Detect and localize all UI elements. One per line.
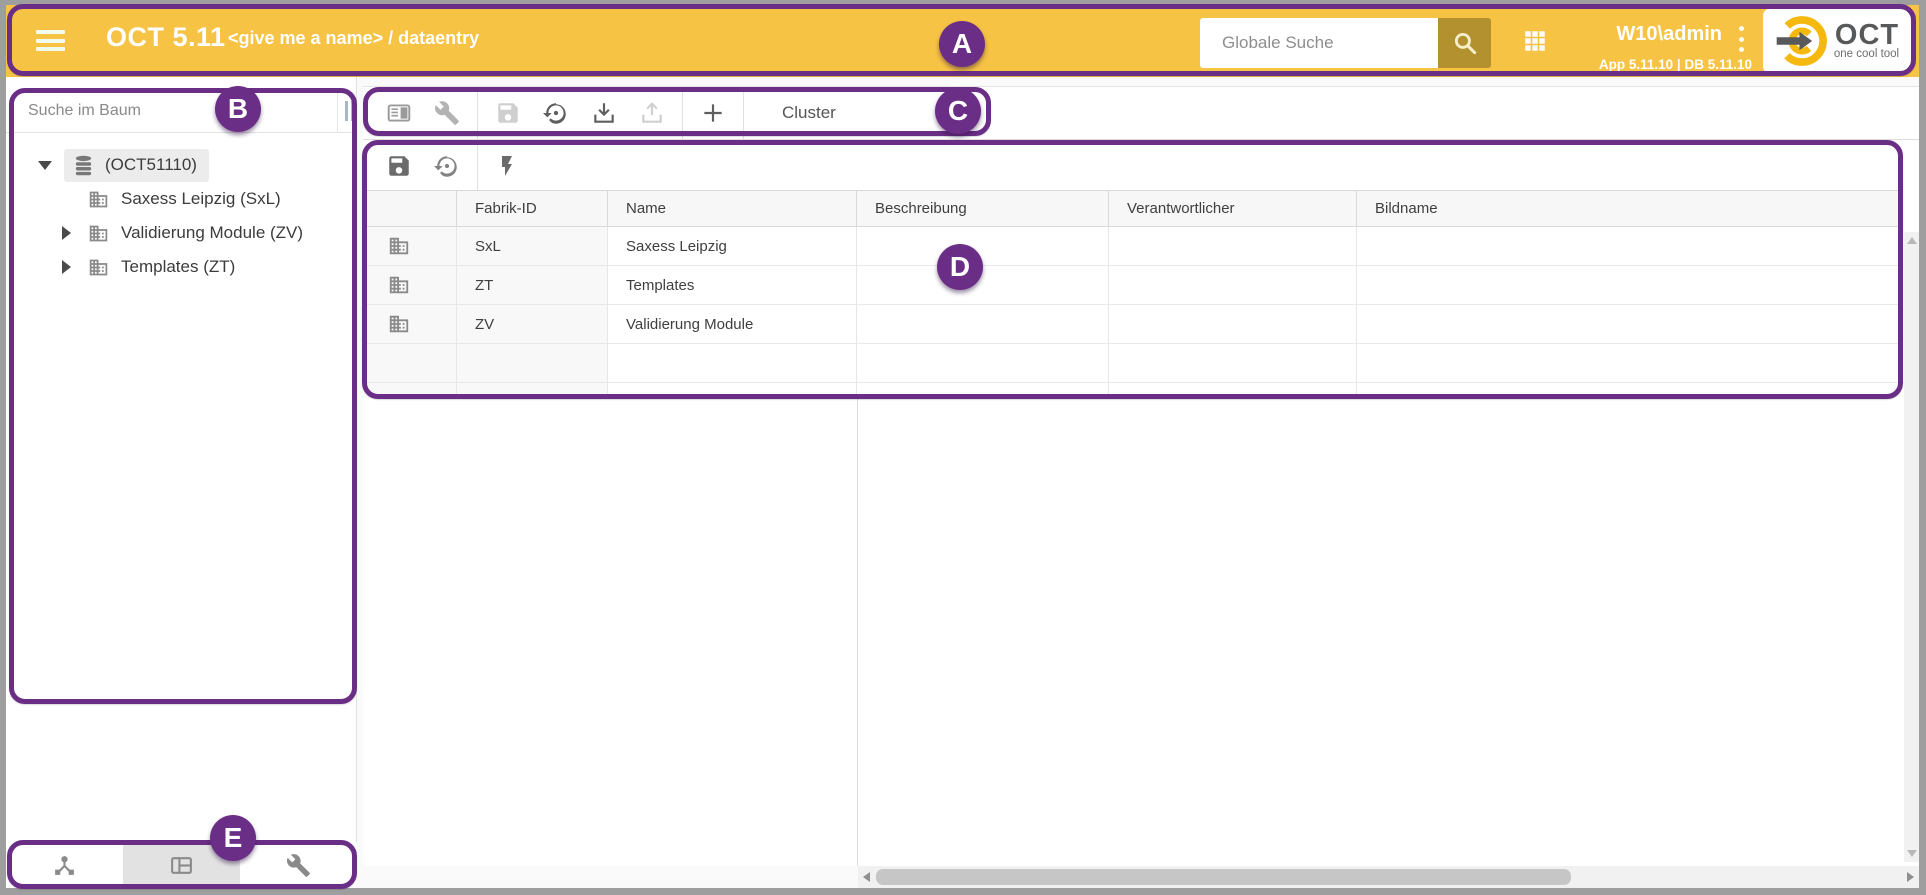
user-menu[interactable]: W10\admin	[1506, 23, 1722, 46]
menu-icon[interactable]	[36, 30, 65, 51]
divider	[743, 87, 744, 139]
tree-node-selected[interactable]: (OCT51110)	[64, 149, 209, 182]
table-icon	[169, 853, 194, 878]
grid-toolbar	[363, 141, 1902, 190]
tree-node-label: Saxess Leipzig (SxL)	[121, 189, 281, 209]
tab-cluster[interactable]: Cluster	[750, 103, 836, 123]
vertical-scrollbar[interactable]	[1904, 232, 1919, 862]
restore-icon[interactable]	[543, 100, 569, 126]
column-header-icon[interactable]	[363, 191, 457, 226]
breadcrumb: <give me a name> / dataentry	[228, 28, 479, 49]
factory-icon	[388, 274, 410, 296]
tab-settings[interactable]	[240, 842, 357, 888]
database-icon	[72, 154, 95, 177]
grid-header-row: Fabrik-ID Name Beschreibung Verantwortli…	[363, 190, 1902, 227]
factory-icon	[388, 235, 410, 257]
tree-node-factory[interactable]: Validierung Module (ZV)	[62, 216, 303, 250]
chevron-expanded-icon[interactable]	[38, 161, 52, 170]
tree-node-label: Templates (ZT)	[121, 257, 235, 277]
cell-beschreibung[interactable]	[857, 266, 1109, 305]
tree-node-label: (OCT51110)	[105, 155, 197, 175]
divider	[682, 87, 683, 139]
import-icon[interactable]	[591, 100, 617, 126]
scroll-up-icon[interactable]	[1907, 237, 1917, 244]
tree-search-input[interactable]	[28, 95, 318, 127]
factory-icon	[388, 313, 410, 335]
divider	[477, 141, 478, 190]
horizontal-scrollbar[interactable]	[858, 866, 1919, 888]
cell-fabrik-id[interactable]: SxL	[457, 227, 608, 266]
kebab-menu-icon[interactable]	[1736, 26, 1746, 52]
main-toolbar: Cluster	[363, 86, 1919, 140]
tree-node-label: Validierung Module (ZV)	[121, 223, 303, 243]
cell-fabrik-id[interactable]: ZV	[457, 305, 608, 344]
column-header-verantwortlicher[interactable]: Verantwortlicher	[1109, 191, 1357, 226]
logo-subtext: one cool tool	[1834, 48, 1899, 60]
column-header-beschreibung[interactable]: Beschreibung	[857, 191, 1109, 226]
column-header-fabrik-id[interactable]: Fabrik-ID	[457, 191, 608, 226]
table-row[interactable]: ZT Templates	[363, 266, 1902, 305]
factory-icon	[88, 257, 109, 278]
cell-verantwortlicher[interactable]	[1109, 227, 1357, 266]
global-search-input[interactable]	[1200, 18, 1438, 68]
scroll-left-icon[interactable]	[863, 872, 870, 882]
cell-verantwortlicher[interactable]	[1109, 266, 1357, 305]
cell-bildname[interactable]	[1357, 305, 1902, 344]
wrench-icon	[286, 853, 311, 878]
factory-icon	[88, 223, 109, 244]
wrench-icon[interactable]	[434, 100, 460, 126]
scrollbar-thumb[interactable]	[876, 869, 1571, 885]
header-bar: OCT 5.11 <give me a name> / dataentry W1…	[6, 5, 1919, 77]
restore-icon[interactable]	[434, 153, 460, 179]
cell-bildname[interactable]	[1357, 266, 1902, 305]
brand-logo: OCT one cool tool	[1763, 8, 1911, 74]
app-title: OCT 5.11	[106, 22, 226, 53]
empty-row	[363, 383, 1902, 398]
save-icon[interactable]	[386, 153, 412, 179]
chevron-collapsed-icon[interactable]	[62, 260, 71, 274]
cluster-grid: Fabrik-ID Name Beschreibung Verantwortli…	[363, 141, 1902, 398]
column-header-name[interactable]: Name	[608, 191, 857, 226]
search-button[interactable]	[1438, 18, 1491, 68]
frozen-column-divider	[857, 399, 858, 866]
sidebar-resize-handle[interactable]	[343, 101, 355, 121]
add-icon[interactable]	[700, 100, 726, 126]
tree-sidebar: (OCT51110) Saxess Leipzig (SxL) Validier…	[6, 77, 357, 842]
tree-search-row	[6, 89, 357, 133]
hierarchy-icon	[52, 853, 77, 878]
factory-icon	[88, 189, 109, 210]
cell-bildname[interactable]	[1357, 227, 1902, 266]
cell-beschreibung[interactable]	[857, 305, 1109, 344]
scroll-down-icon[interactable]	[1907, 850, 1917, 857]
column-header-bildname[interactable]: Bildname	[1357, 191, 1902, 226]
cell-fabrik-id[interactable]: ZT	[457, 266, 608, 305]
tree-node-factory[interactable]: Templates (ZT)	[62, 250, 235, 284]
tree-node-factory[interactable]: Saxess Leipzig (SxL)	[88, 182, 281, 216]
oct-logo-icon	[1775, 14, 1829, 68]
cell-name[interactable]: Templates	[608, 266, 857, 305]
cell-name[interactable]: Validierung Module	[608, 305, 857, 344]
version-info: App 5.11.10 | DB 5.11.10	[1536, 57, 1752, 72]
tab-table[interactable]	[123, 842, 240, 888]
tree-node-database[interactable]: (OCT51110)	[38, 148, 209, 182]
cell-beschreibung[interactable]	[857, 227, 1109, 266]
tab-hierarchy[interactable]	[6, 842, 123, 888]
search-icon	[1451, 29, 1479, 57]
table-row[interactable]: ZV Validierung Module	[363, 305, 1902, 344]
save-icon[interactable]	[495, 100, 521, 126]
export-icon[interactable]	[639, 100, 665, 126]
sidebar-bottom-tabs	[6, 842, 357, 888]
flash-icon[interactable]	[495, 154, 519, 178]
table-row[interactable]: SxL Saxess Leipzig	[363, 227, 1902, 266]
divider	[477, 87, 478, 139]
empty-row	[363, 344, 1902, 383]
cell-name[interactable]: Saxess Leipzig	[608, 227, 857, 266]
logo-text: OCT	[1834, 22, 1899, 48]
chevron-collapsed-icon[interactable]	[62, 226, 71, 240]
form-view-icon[interactable]	[386, 100, 412, 126]
scroll-right-icon[interactable]	[1907, 872, 1914, 882]
app-window: OCT 5.11 <give me a name> / dataentry W1…	[0, 0, 1926, 895]
divider	[337, 89, 338, 133]
cell-verantwortlicher[interactable]	[1109, 305, 1357, 344]
